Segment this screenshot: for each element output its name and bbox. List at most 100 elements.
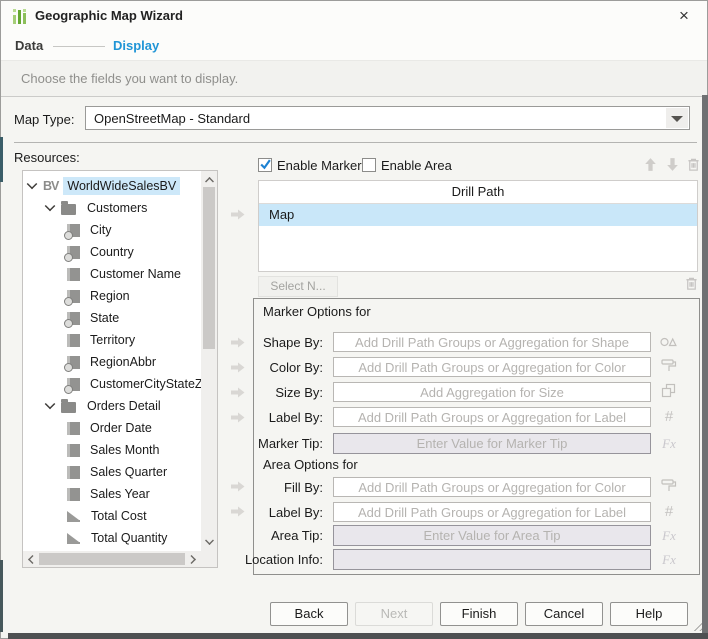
hash-icon: #	[659, 502, 679, 522]
trash-icon[interactable]	[686, 156, 701, 173]
tree-node-country[interactable]: Country	[23, 241, 201, 263]
tree-node-worldwidesalesbv[interactable]: BV WorldWideSalesBV	[23, 175, 201, 197]
tree-node-regionabbr[interactable]: RegionAbbr	[23, 351, 201, 373]
horizontal-scroll-thumb[interactable]	[39, 553, 185, 565]
scroll-left-icon[interactable]	[28, 555, 37, 564]
map-type-select[interactable]: OpenStreetMap - Standard	[85, 106, 690, 130]
tree-node-order-date[interactable]: Order Date	[23, 417, 201, 439]
move-right-arrow-icon[interactable]	[230, 386, 246, 399]
folder-icon	[61, 204, 76, 215]
help-button[interactable]: Help	[610, 602, 688, 626]
shape-by-field[interactable]	[333, 332, 651, 352]
wizard-steps: Data Display	[1, 31, 707, 60]
tree-node-customers[interactable]: Customers	[23, 197, 201, 219]
color-roller-icon	[659, 357, 679, 377]
enable-area-checkbox[interactable]	[362, 158, 376, 172]
color-roller-icon	[659, 477, 679, 497]
scroll-up-icon[interactable]	[205, 177, 214, 186]
move-right-arrow-icon[interactable]	[230, 361, 246, 374]
select-names-button[interactable]: Select N...	[258, 276, 338, 297]
fx-icon: Fx	[659, 433, 679, 453]
chevron-down-icon[interactable]	[45, 201, 56, 212]
tree-node-sales-quarter[interactable]: Sales Quarter	[23, 461, 201, 483]
dimension-field-icon	[67, 334, 80, 347]
drill-path-row-map[interactable]: Map	[259, 204, 697, 226]
tree-node-customercitystatezip[interactable]: CustomerCityStateZip	[23, 373, 201, 395]
checkmark-icon	[259, 158, 272, 171]
move-right-arrow-icon[interactable]	[230, 411, 246, 424]
marker-label-by-label: Label By:	[269, 410, 323, 425]
tree-vertical-scrollbar[interactable]	[201, 171, 217, 551]
fx-icon: Fx	[659, 525, 679, 545]
combo-arrow-icon[interactable]	[666, 108, 688, 128]
move-right-arrow-icon[interactable]	[230, 208, 246, 221]
vertical-scroll-thumb[interactable]	[203, 187, 215, 349]
map-type-label: Map Type:	[14, 112, 74, 127]
scroll-right-icon[interactable]	[187, 555, 196, 564]
step-data[interactable]: Data	[15, 38, 43, 53]
color-by-label: Color By:	[270, 360, 323, 375]
dimension-field-icon	[67, 268, 80, 281]
geo-field-icon	[67, 246, 80, 259]
size-by-field[interactable]	[333, 382, 651, 402]
business-view-icon: BV	[43, 179, 58, 193]
area-options-title: Area Options for	[263, 457, 358, 472]
tree-node-sales-month[interactable]: Sales Month	[23, 439, 201, 461]
app-background-edge	[8, 633, 708, 639]
tree-content: BV WorldWideSalesBV Customers City Count…	[23, 175, 201, 551]
location-info-field[interactable]	[333, 549, 651, 570]
geo-field-icon	[67, 290, 80, 303]
tree-node-region[interactable]: Region	[23, 285, 201, 307]
scrollbar-corner	[201, 551, 217, 567]
subtitle-band: Choose the fields you want to display.	[1, 60, 707, 97]
app-background-edge	[0, 137, 3, 182]
title-bar: Geographic Map Wizard ×	[1, 1, 707, 32]
tree-node-total-cost[interactable]: Total Cost	[23, 505, 201, 527]
tree-horizontal-scrollbar[interactable]	[23, 551, 201, 567]
tree-node-city[interactable]: City	[23, 219, 201, 241]
marker-tip-field[interactable]	[333, 433, 651, 454]
scroll-down-icon[interactable]	[205, 536, 214, 545]
dimension-field-icon	[67, 488, 80, 501]
chevron-down-icon[interactable]	[45, 399, 56, 410]
move-down-icon[interactable]	[664, 156, 681, 173]
close-icon[interactable]: ×	[673, 5, 695, 27]
geo-field-icon	[67, 378, 80, 391]
tree-node-total-quantity[interactable]: Total Quantity	[23, 527, 201, 549]
area-tip-field[interactable]	[333, 525, 651, 546]
move-right-arrow-icon[interactable]	[230, 336, 246, 349]
drill-path-table: Drill Path Map	[258, 180, 698, 272]
back-button[interactable]: Back	[270, 602, 348, 626]
marker-options-title: Marker Options for	[263, 304, 371, 319]
fill-by-field[interactable]	[333, 477, 651, 497]
finish-button[interactable]: Finish	[440, 602, 518, 626]
shape-icon	[659, 332, 679, 352]
tree-node-orders-detail[interactable]: Orders Detail	[23, 395, 201, 417]
shape-by-label: Shape By:	[263, 335, 323, 350]
geographic-map-wizard-dialog: Geographic Map Wizard × Data Display Cho…	[0, 0, 708, 639]
chevron-down-icon[interactable]	[27, 179, 38, 190]
drill-path-header: Drill Path	[259, 181, 697, 204]
tree-node-state[interactable]: State	[23, 307, 201, 329]
cancel-button[interactable]: Cancel	[525, 602, 603, 626]
enable-marker-checkbox[interactable]	[258, 158, 272, 172]
separator	[14, 142, 697, 143]
area-label-by-field[interactable]	[333, 502, 651, 522]
folder-icon	[61, 402, 76, 413]
step-display[interactable]: Display	[113, 38, 159, 53]
window-title: Geographic Map Wizard	[35, 8, 183, 23]
trash-icon[interactable]	[684, 275, 699, 292]
move-right-arrow-icon[interactable]	[230, 480, 246, 493]
area-tip-label: Area Tip:	[271, 528, 323, 543]
move-right-arrow-icon[interactable]	[230, 505, 246, 518]
subtitle-text: Choose the fields you want to display.	[21, 71, 238, 86]
tree-node-sales-year[interactable]: Sales Year	[23, 483, 201, 505]
marker-label-by-field[interactable]	[333, 407, 651, 427]
tree-node-territory[interactable]: Territory	[23, 329, 201, 351]
tree-node-customer-name[interactable]: Customer Name	[23, 263, 201, 285]
area-label-by-label: Label By:	[269, 505, 323, 520]
color-by-field[interactable]	[333, 357, 651, 377]
move-up-icon[interactable]	[642, 156, 659, 173]
resources-tree: BV WorldWideSalesBV Customers City Count…	[22, 170, 218, 568]
map-type-value: OpenStreetMap - Standard	[94, 111, 250, 126]
